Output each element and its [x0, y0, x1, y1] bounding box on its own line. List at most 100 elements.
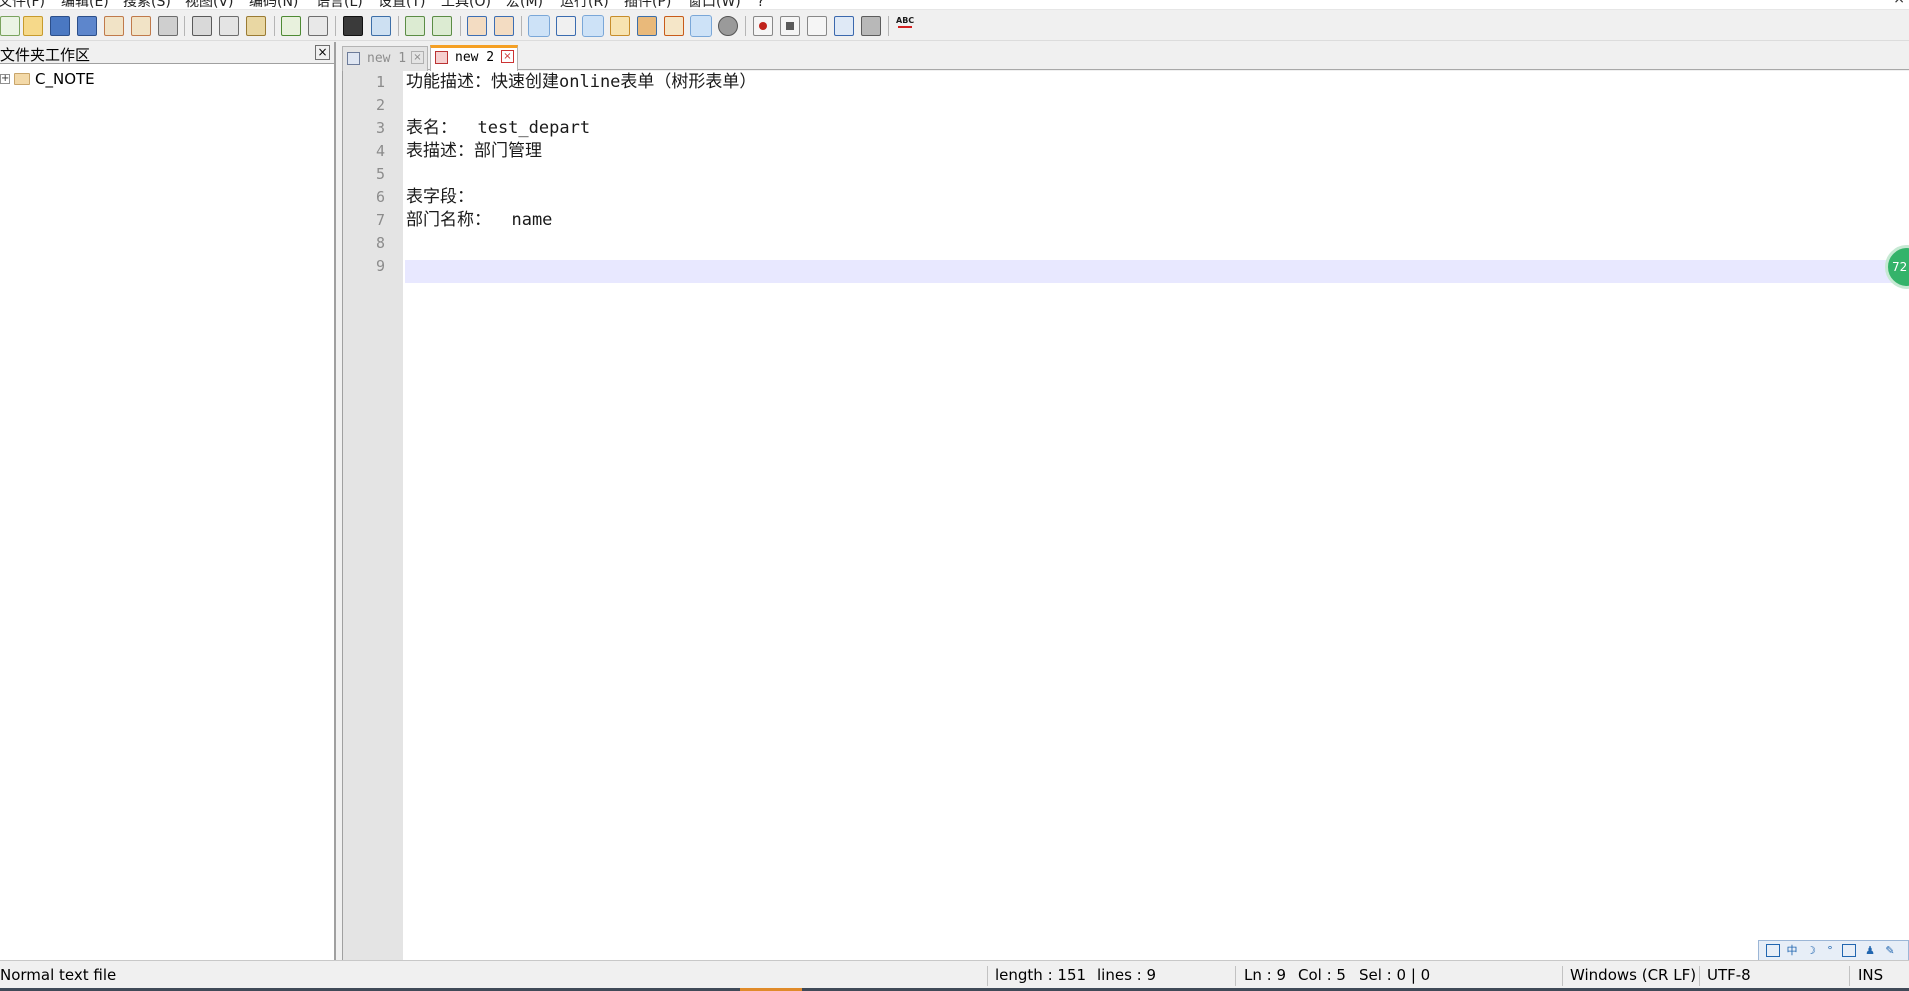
monitoring-icon[interactable] — [718, 16, 738, 36]
code-line[interactable]: 表字段： — [406, 186, 474, 209]
unsaved-file-icon — [435, 51, 448, 64]
stop-macro-icon[interactable] — [780, 16, 800, 36]
status-eol[interactable]: Windows (CR LF) — [1570, 961, 1696, 990]
undo-icon[interactable] — [281, 16, 301, 36]
code-line[interactable]: 部门名称： name — [406, 209, 552, 232]
cut-icon[interactable] — [192, 16, 212, 36]
user-icon[interactable]: ♟ — [1863, 944, 1877, 957]
show-all-chars-icon[interactable] — [556, 16, 576, 36]
keyboard-icon[interactable] — [1842, 944, 1856, 957]
code-line[interactable]: 表描述：部门管理 — [406, 140, 542, 163]
menu-edit[interactable]: 编辑(E) — [61, 0, 109, 9]
sync-horizontal-icon[interactable] — [494, 16, 514, 36]
status-ln: Ln : 9 — [1244, 966, 1286, 984]
status-bar: Normal text file length : 151 lines : 9 … — [0, 960, 1909, 991]
menu-bar: 文件(F) 编辑(E) 搜索(S) 视图(V) 编码(N) 语言(L) 设置(T… — [0, 0, 1909, 10]
folder-icon — [14, 73, 30, 85]
line-number: 7 — [375, 211, 385, 229]
folder-panel-header: 文件夹工作区 × — [0, 42, 334, 64]
sync-vertical-icon[interactable] — [467, 16, 487, 36]
moon-icon[interactable]: ☽ — [1804, 944, 1818, 957]
line-number: 4 — [375, 142, 385, 160]
line-number: 9 — [375, 257, 385, 275]
wrench-icon[interactable]: ✎ — [1883, 944, 1897, 957]
toolbar-separator — [398, 16, 399, 36]
save-macro-icon[interactable] — [861, 16, 881, 36]
punctuation-icon[interactable]: ° — [1823, 944, 1837, 957]
notepad-plus-plus-window: 文件(F) 编辑(E) 搜索(S) 视图(V) 编码(N) 语言(L) 设置(T… — [0, 0, 1909, 991]
tab-bar: new 1 × new 2 × — [342, 42, 1909, 71]
open-file-icon[interactable] — [23, 16, 43, 36]
ime-logo-icon[interactable] — [1766, 944, 1780, 957]
menu-language[interactable]: 语言(L) — [316, 0, 363, 9]
tab-new-2[interactable]: new 2 × — [430, 45, 518, 71]
window-close-icon[interactable]: × — [1893, 0, 1905, 7]
ime-toolbar: 中 ☽ ° ♟ ✎ — [1758, 940, 1909, 961]
line-number: 8 — [375, 234, 385, 252]
play-macro-icon[interactable] — [807, 16, 827, 36]
tab-close-icon[interactable]: × — [501, 50, 514, 63]
paste-icon[interactable] — [246, 16, 266, 36]
toolbar-separator — [184, 16, 185, 36]
zoom-in-icon[interactable] — [405, 16, 425, 36]
menu-plugins[interactable]: 插件(P) — [624, 0, 671, 9]
toolbar-separator — [745, 16, 746, 36]
find-icon[interactable] — [343, 16, 363, 36]
status-encoding[interactable]: UTF-8 — [1707, 961, 1751, 990]
print-icon[interactable] — [158, 16, 178, 36]
menu-settings[interactable]: 设置(T) — [378, 0, 425, 9]
menu-window[interactable]: 窗口(W) — [688, 0, 741, 9]
menu-view[interactable]: 视图(V) — [185, 0, 234, 9]
status-separator — [1699, 966, 1700, 986]
tab-new-1[interactable]: new 1 × — [342, 46, 428, 71]
indent-guide-icon[interactable] — [582, 15, 604, 37]
menu-file[interactable]: 文件(F) — [0, 0, 45, 9]
menu-search[interactable]: 搜索(S) — [123, 0, 171, 9]
toolbar-separator — [521, 16, 522, 36]
text-editor[interactable]: 1 2 3 4 5 6 7 8 9 功能描述：快速创建online表单（树形表单… — [342, 71, 1909, 960]
redo-icon[interactable] — [308, 16, 328, 36]
word-wrap-icon[interactable] — [528, 15, 550, 37]
save-icon[interactable] — [50, 16, 70, 36]
replace-icon[interactable] — [371, 16, 391, 36]
close-icon[interactable] — [104, 16, 124, 36]
line-number: 6 — [375, 188, 385, 206]
menu-encoding[interactable]: 编码(N) — [249, 0, 298, 9]
toolbar: ABC — [0, 11, 1909, 41]
record-macro-icon[interactable] — [753, 16, 773, 36]
menu-help[interactable]: ? — [757, 0, 764, 9]
line-number: 3 — [375, 119, 385, 137]
zoom-out-icon[interactable] — [432, 16, 452, 36]
doc-map-icon[interactable] — [637, 16, 657, 36]
menu-run[interactable]: 运行(R) — [560, 0, 609, 9]
close-all-icon[interactable] — [131, 16, 151, 36]
status-insert-mode[interactable]: INS — [1858, 961, 1883, 990]
menu-macro[interactable]: 宏(M) — [506, 0, 543, 9]
saved-file-icon — [347, 52, 360, 65]
tab-label: new 1 — [367, 51, 407, 66]
chinese-mode-icon[interactable]: 中 — [1785, 944, 1799, 957]
user-lang-icon[interactable] — [610, 16, 630, 36]
save-all-icon[interactable] — [77, 16, 97, 36]
toolbar-separator — [274, 16, 275, 36]
spell-check-icon[interactable]: ABC — [896, 16, 916, 36]
tree-item-label: C_NOTE — [35, 70, 95, 88]
new-file-icon[interactable] — [0, 16, 20, 36]
tree-expander-icon[interactable]: + — [0, 74, 10, 84]
tab-close-icon[interactable]: × — [411, 51, 424, 64]
function-list-icon[interactable] — [664, 16, 684, 36]
current-line-highlight — [405, 260, 1909, 283]
status-length: length : 151 — [995, 966, 1087, 984]
folder-panel-close-icon[interactable]: × — [315, 45, 330, 60]
record-dot-icon — [759, 22, 767, 30]
toolbar-separator — [460, 16, 461, 36]
toolbar-separator — [888, 16, 889, 36]
code-line[interactable]: 表名： test_depart — [406, 117, 590, 140]
folder-as-workspace-icon[interactable] — [690, 15, 712, 37]
copy-icon[interactable] — [219, 16, 239, 36]
run-macro-multiple-icon[interactable] — [834, 16, 854, 36]
line-number-gutter: 1 2 3 4 5 6 7 8 9 — [343, 71, 403, 960]
code-line[interactable]: 功能描述：快速创建online表单（树形表单） — [406, 71, 756, 94]
folder-workspace-panel: 文件夹工作区 × + C_NOTE — [0, 42, 336, 960]
menu-tools[interactable]: 工具(O) — [441, 0, 491, 9]
